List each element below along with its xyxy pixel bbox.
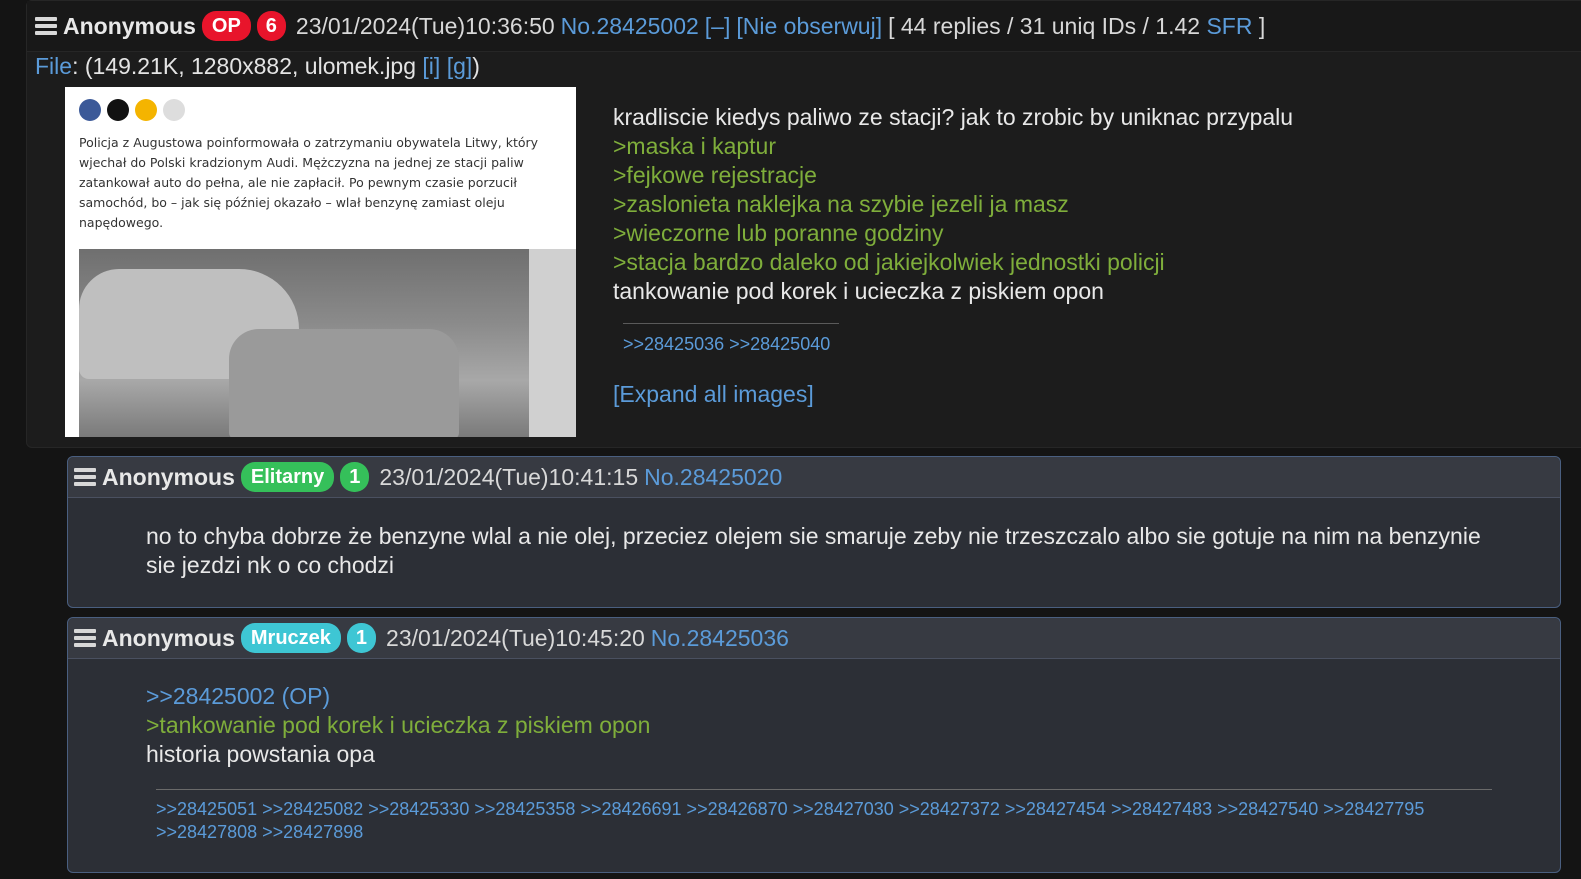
reply-post: Anonymous Elitarny 1 23/01/2024(Tue)10:4… xyxy=(67,456,1561,608)
post-count-badge[interactable]: 1 xyxy=(346,623,377,653)
post-count-badge[interactable]: 6 xyxy=(256,11,286,41)
greentext-line: >stacja bardzo daleko od jakiejkolwiek j… xyxy=(613,249,1165,275)
post-number-link[interactable]: No.28425036 xyxy=(651,625,789,652)
thumbnail-article-text: Policja z Augustowa poinformowała o zatr… xyxy=(79,135,539,230)
reply-text: no to chyba dobrze że benzyne wlal a nie… xyxy=(146,523,1481,578)
expand-all-images-link[interactable]: [Expand all images] xyxy=(613,381,814,408)
op-badge: OP xyxy=(201,11,251,41)
file-close-paren: ) xyxy=(472,53,480,79)
post-image-thumbnail[interactable]: Policja z Augustowa poinformowała o zatr… xyxy=(65,87,576,437)
menu-icon[interactable] xyxy=(74,468,96,486)
greentext-line: >zaslonieta naklejka na szybie jezeli ja… xyxy=(613,191,1069,217)
post-number-link[interactable]: No.28425002 xyxy=(561,13,699,40)
poster-name: Anonymous xyxy=(63,12,196,39)
user-tag-badge: Mruczek xyxy=(240,623,341,653)
greentext-line: >wieczorne lub poranne godziny xyxy=(613,220,944,246)
unwatch-link[interactable]: [Nie obserwuj] xyxy=(736,13,882,40)
backlinks[interactable]: >>28425051 >>28425082 >>28425330 >>28425… xyxy=(156,798,1496,844)
user-tag-badge: Elitarny xyxy=(240,462,335,492)
post-datetime: 23/01/2024(Tue)10:36:50 xyxy=(295,12,555,39)
backlinks-divider xyxy=(623,323,839,324)
post-datetime: 23/01/2024(Tue)10:45:20 xyxy=(386,624,645,651)
facebook-icon xyxy=(79,99,101,121)
poster-name: Anonymous xyxy=(102,624,235,651)
file-iqdb-link[interactable]: [i] xyxy=(422,53,440,79)
menu-icon[interactable] xyxy=(74,629,96,647)
greentext-line: >tankowanie pod korek i ucieczka z piski… xyxy=(146,712,651,738)
reply-header: Anonymous Elitarny 1 23/01/2024(Tue)10:4… xyxy=(68,457,1560,498)
reply-header: Anonymous Mruczek 1 23/01/2024(Tue)10:45… xyxy=(68,618,1560,659)
reply-body: >>28425002 (OP) >tankowanie pod korek i … xyxy=(68,659,1560,844)
file-info: File: (149.21K, 1280x882, ulomek.jpg [i]… xyxy=(35,53,480,80)
file-google-link[interactable]: [g] xyxy=(447,53,473,79)
post-text: tankowanie pod korek i ucieczka z piskie… xyxy=(613,278,1104,304)
poster-name: Anonymous xyxy=(102,463,235,490)
share-icons xyxy=(79,99,185,121)
post-count-badge[interactable]: 1 xyxy=(340,462,370,492)
file-details: : (149.21K, 1280x882, ulomek.jpg xyxy=(72,53,423,79)
thumbnail-photo xyxy=(79,249,576,437)
backlinks[interactable]: >>28425036 >>28425040 xyxy=(623,334,830,355)
post-datetime: 23/01/2024(Tue)10:41:15 xyxy=(379,463,639,490)
reply-post: Anonymous Mruczek 1 23/01/2024(Tue)10:45… xyxy=(67,617,1561,873)
sfr-link[interactable]: SFR xyxy=(1206,13,1252,40)
collapse-thread-link[interactable]: [–] xyxy=(705,13,731,40)
x-icon xyxy=(107,99,129,121)
quote-link[interactable]: >>28425002 (OP) xyxy=(146,682,1482,711)
thread-stats: [ 44 replies / 31 uniq IDs / 1.42 xyxy=(888,12,1207,39)
mail-icon xyxy=(135,99,157,121)
post-text: kradliscie kiedys paliwo ze stacji? jak … xyxy=(613,104,1294,130)
menu-icon[interactable] xyxy=(35,17,57,35)
greentext-line: >fejkowe rejestracje xyxy=(613,162,817,188)
op-post-body: kradliscie kiedys paliwo ze stacji? jak … xyxy=(613,103,1293,306)
reply-text: historia powstania opa xyxy=(146,741,375,767)
file-link[interactable]: File xyxy=(35,53,72,79)
greentext-line: >maska i kaptur xyxy=(613,133,776,159)
backlinks-divider xyxy=(156,789,1492,790)
op-post: Anonymous OP 6 23/01/2024(Tue)10:36:50 N… xyxy=(26,0,1581,448)
thread-stats-close: ] xyxy=(1252,12,1266,39)
copy-icon xyxy=(163,99,185,121)
op-post-header: Anonymous OP 6 23/01/2024(Tue)10:36:50 N… xyxy=(27,1,1581,52)
post-number-link[interactable]: No.28425020 xyxy=(644,464,782,491)
